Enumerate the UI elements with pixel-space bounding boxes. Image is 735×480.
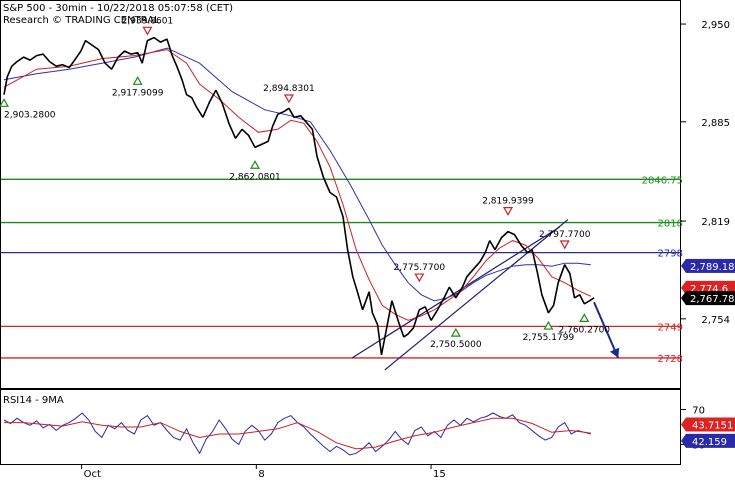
swing-low-label: 2,760.2700: [559, 325, 611, 335]
rsi-panel-frame: [0, 389, 681, 465]
level-label: 2749: [658, 322, 683, 333]
price-axis: 2,950 2,885 2,819 2,754: [681, 20, 730, 326]
swing-high-label: 2,894.8301: [263, 84, 315, 94]
swing-low-label: 2,903.2800: [4, 110, 56, 120]
price-tick-label: 2,885: [701, 118, 730, 129]
date-tick-label: 8: [258, 469, 264, 480]
price-tick-label: 2,950: [701, 20, 730, 31]
swing-high-label: 2,797.7700: [539, 230, 591, 240]
chart-source: Research © TRADING CENTRAL: [3, 15, 160, 26]
rsi-tick-label: 70: [692, 406, 705, 417]
swing-high-label: 2,775.7700: [394, 263, 446, 273]
rsi-tag-label: 43.7151: [692, 420, 733, 431]
level-label: 2818: [658, 219, 683, 230]
date-tick-label: Oct: [84, 469, 101, 480]
price-tag-pointer: [681, 258, 686, 273]
swing-low-label: 2,862.0801: [229, 172, 281, 182]
rsi-tag-label: 42.159: [692, 437, 727, 448]
price-tag-pointer: [681, 291, 686, 306]
rsi-tag-pointer: [681, 417, 686, 432]
price-tick-label: 2,754: [701, 315, 730, 326]
chart-title: S&P 500 - 30min - 10/22/2018 05:07:58 (C…: [3, 3, 233, 14]
level-label: 2728: [658, 354, 683, 365]
price-tag-label: 2,789.18: [690, 262, 735, 273]
level-label: 2846.75: [642, 175, 683, 186]
date-tick-label: 15: [433, 469, 446, 480]
price-tags: 2,789.182,774.62,767.78: [681, 258, 735, 306]
rsi-title: RSI14 - 9MA: [3, 395, 64, 406]
sp500-chart: 2846.75 2818 2798 2749 2728 2,903.2800 2,917.…: [0, 0, 735, 480]
swing-high-label: 2,819.9399: [482, 197, 534, 207]
level-label: 2798: [658, 249, 683, 260]
rsi-tag-pointer: [681, 433, 686, 448]
price-tick-label: 2,819: [701, 217, 730, 228]
date-axis: Oct 8 15: [81, 464, 446, 480]
swing-low-label: 2,917.9099: [112, 88, 164, 98]
price-tag-label: 2,767.78: [690, 294, 735, 305]
swing-low-label: 2,750.5000: [430, 340, 482, 350]
